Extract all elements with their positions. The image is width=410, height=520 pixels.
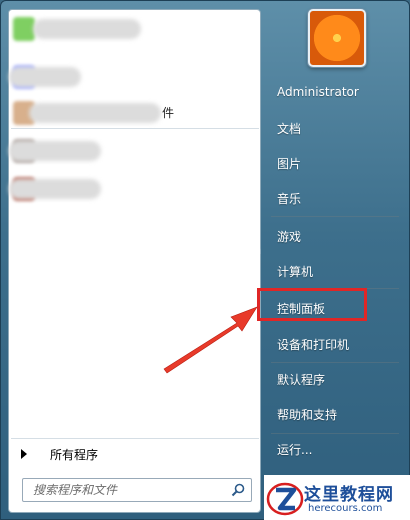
all-programs-button[interactable]: 所有程序	[9, 442, 259, 466]
nav-item-documents[interactable]: 文档	[277, 120, 301, 137]
nav-item-pictures[interactable]: 图片	[277, 155, 301, 172]
nav-item-default-programs[interactable]: 默认程序	[277, 371, 325, 388]
middle-watermark: www.xitongcheng.com	[135, 244, 261, 257]
blurred-program-name	[33, 19, 141, 39]
user-name-link[interactable]: Administrator	[277, 85, 359, 99]
all-programs-label: 所有程序	[50, 448, 99, 462]
recent-list-divider	[11, 128, 259, 129]
recent-program-item[interactable]	[9, 14, 259, 44]
site-logo-title: 这里教程网	[304, 485, 394, 505]
programs-pane: 件 所有程序	[8, 9, 261, 513]
site-logo-mark	[266, 482, 304, 516]
nav-item-devices-printers[interactable]: 设备和打印机	[277, 336, 349, 353]
blurred-program-name	[9, 179, 101, 199]
nav-item-run[interactable]: 运行...	[277, 441, 312, 458]
site-logo-url: herecours.com	[308, 503, 383, 514]
nav-item-music[interactable]: 音乐	[277, 190, 301, 207]
blurred-program-name	[29, 103, 161, 123]
site-logo: 这里教程网 herecours.com	[264, 475, 410, 520]
user-avatar[interactable]	[308, 9, 366, 67]
blurred-program-name	[9, 141, 101, 161]
recent-program-item[interactable]	[9, 136, 259, 166]
nav-item-computer[interactable]: 计算机	[277, 263, 313, 280]
highlight-box	[257, 288, 367, 321]
nav-item-help-support[interactable]: 帮助和支持	[277, 406, 337, 423]
nav-divider	[271, 362, 399, 363]
recent-program-item[interactable]: 件	[9, 98, 259, 128]
search-box	[22, 478, 252, 502]
recent-program-item[interactable]	[9, 174, 259, 204]
all-programs-divider	[11, 438, 259, 439]
start-menu: 件 所有程序 Administrator 文档	[0, 0, 410, 520]
blurred-program-name	[9, 67, 81, 87]
nav-item-games[interactable]: 游戏	[277, 228, 301, 245]
program-icon	[13, 17, 35, 41]
search-icon[interactable]	[231, 483, 245, 497]
expand-arrow-icon	[21, 449, 27, 459]
program-name-suffix: 件	[162, 106, 175, 120]
nav-divider	[271, 216, 399, 217]
search-input[interactable]	[23, 479, 223, 501]
nav-divider	[271, 433, 399, 434]
recent-program-item[interactable]	[9, 62, 259, 92]
